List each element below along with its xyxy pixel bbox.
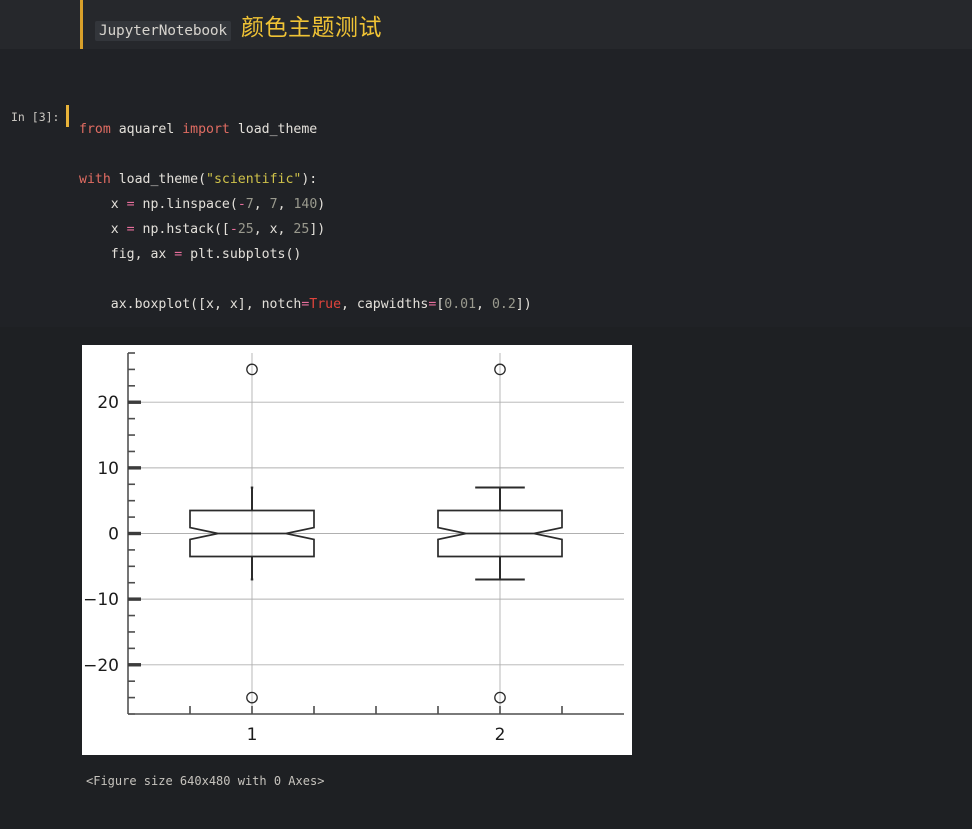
code-token: plt.subplots() (182, 247, 302, 262)
figure-text-output: <Figure size 640x480 with 0 Axes> (86, 774, 325, 788)
code-token: 25 (237, 222, 254, 237)
code-token: True (309, 297, 342, 312)
code-token: 7 (269, 197, 278, 212)
code-token: , capwidths (341, 297, 429, 312)
page-title: 颜色主题测试 (240, 14, 382, 41)
code-token: ): (301, 172, 318, 187)
code-token: = (126, 197, 135, 212)
y-tick-label: −20 (83, 656, 119, 676)
x-tick-label: 1 (247, 725, 258, 745)
code-token: 7 (245, 197, 254, 212)
code-token: , x, (253, 222, 294, 237)
code-token: , (277, 197, 294, 212)
code-line: ax.boxplot([x, x], notch=True, capwidths… (79, 292, 972, 317)
code-token: load_theme( (118, 172, 207, 187)
y-tick-label: 20 (97, 393, 119, 413)
code-token: = (126, 222, 135, 237)
code-token: ]) (515, 297, 532, 312)
code-token: ]) (309, 222, 326, 237)
header-content: JupyterNotebook 颜色主题测试 (95, 8, 382, 42)
code-token: with (79, 172, 119, 187)
code-line: x = np.hstack([-25, x, 25]) (79, 217, 972, 242)
code-editor[interactable]: from aquarel import load_theme with load… (79, 57, 972, 367)
matplotlib-figure: −20 −10 0 10 20 1 2 (82, 345, 632, 755)
cell-accent-bar (66, 105, 69, 127)
code-line: from aquarel import load_theme (79, 117, 972, 142)
code-token: from (79, 122, 119, 137)
code-token: np.linspace( (134, 197, 238, 212)
x-tick-label: 2 (495, 725, 506, 745)
code-token: import (182, 122, 238, 137)
header-accent-bar (80, 0, 83, 49)
code-token: fig, ax (79, 247, 175, 262)
y-tick-label: 10 (97, 459, 119, 479)
code-token: , (253, 197, 270, 212)
notebook-header: JupyterNotebook 颜色主题测试 (0, 0, 972, 49)
code-token: ax.boxplot([x, x], notch (79, 297, 302, 312)
code-token: - (237, 197, 246, 212)
code-token: x (79, 222, 127, 237)
code-token: 0.2 (491, 297, 516, 312)
code-token: , (476, 297, 492, 312)
code-token: aquarel (118, 122, 183, 137)
code-line: with load_theme("scientific"): (79, 167, 972, 192)
code-token: ) (317, 197, 326, 212)
code-token: 0.01 (444, 297, 477, 312)
code-token: x (79, 197, 127, 212)
code-cell[interactable]: In [3]: from aquarel import load_theme w… (0, 49, 972, 362)
boxplot-chart: −20 −10 0 10 20 1 2 (83, 352, 624, 745)
code-token: - (229, 222, 238, 237)
y-tick-label: 0 (108, 525, 119, 545)
code-token: "scientific" (206, 172, 302, 187)
code-line: x = np.linspace(-7, 7, 140) (79, 192, 972, 217)
header-code-label: JupyterNotebook (95, 20, 231, 41)
code-line: fig, ax = plt.subplots() (79, 242, 972, 267)
code-token: np.hstack([ (134, 222, 230, 237)
code-token: 25 (293, 222, 310, 237)
cell-output-area: −20 −10 0 10 20 1 2 <Figure size 640x480 with … (0, 327, 972, 829)
cell-execution-prompt: In [3]: (11, 110, 60, 124)
code-token: 140 (293, 197, 318, 212)
y-tick-label: −10 (83, 590, 119, 610)
code-token: load_theme (237, 122, 318, 137)
